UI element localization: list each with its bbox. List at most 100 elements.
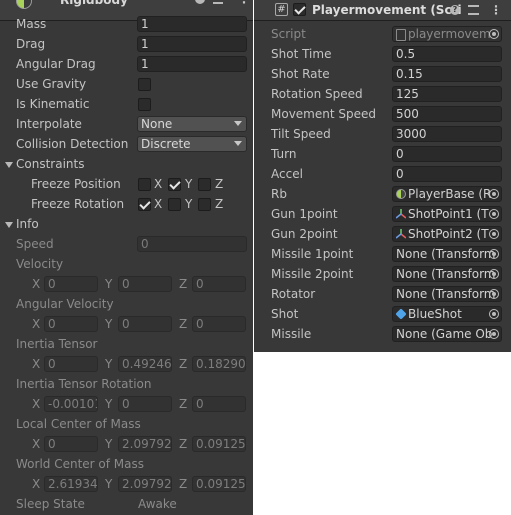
angular-velocity-y-field: 0	[118, 316, 172, 332]
shot-rate-field[interactable]: 0.15	[392, 66, 502, 82]
gun-2point-value: ShotPoint2 (T	[408, 227, 489, 241]
rotation-speed-label: Rotation Speed	[271, 87, 363, 101]
missile-value: None (Game Ob	[396, 327, 493, 341]
freeze-position-x-checkbox[interactable]	[138, 178, 151, 191]
context-menu-icon[interactable]: ⋮	[490, 2, 502, 18]
collision-detection-dropdown[interactable]: Discrete	[137, 136, 247, 152]
rotator-value: None (Transform	[396, 287, 496, 301]
angular-velocity-x-field: 0	[44, 316, 98, 332]
playermovement-component: # Playermovement (Scri ? ⋮ Script player…	[254, 0, 511, 352]
angular-drag-field[interactable]: 1	[137, 56, 247, 72]
rotator-label: Rotator	[271, 287, 316, 301]
mass-field[interactable]: 1	[137, 16, 247, 32]
object-picker-icon[interactable]	[489, 229, 499, 239]
drag-label: Drag	[16, 37, 46, 51]
freeze-rotation-x-checkbox[interactable]	[138, 198, 151, 211]
freeze-rotation-y-checkbox[interactable]	[168, 198, 181, 211]
object-picker-icon[interactable]	[489, 249, 499, 259]
rigidbody-component: Rigidbody ⋮ Mass 1 Drag 1 Angular Drag 1…	[0, 0, 253, 515]
object-picker-icon[interactable]	[489, 269, 499, 279]
help-icon[interactable]	[195, 0, 205, 4]
constraints-foldout-icon[interactable]	[5, 162, 13, 168]
sleep-state-label: Sleep State	[16, 497, 85, 511]
component-enabled-checkbox[interactable]	[293, 3, 306, 16]
drag-field[interactable]: 1	[137, 36, 247, 52]
chevron-down-icon	[234, 121, 242, 126]
rb-value: PlayerBase (R	[408, 187, 492, 201]
movement-speed-field[interactable]: 500	[392, 106, 502, 122]
local-center-of-mass-y-label: Y	[105, 437, 113, 451]
missile-2point-field[interactable]: None (Transform	[392, 266, 502, 282]
gun-1point-field[interactable]: ShotPoint1 (T	[392, 206, 502, 222]
presets-icon[interactable]	[468, 5, 479, 15]
angular-velocity-label: Angular Velocity	[16, 297, 114, 311]
rotator-field[interactable]: None (Transform	[392, 286, 502, 302]
freeze-rotation-z-checkbox[interactable]	[198, 198, 211, 211]
freeze-rotation-y-label: Y	[185, 197, 193, 211]
prefab-icon	[395, 308, 407, 320]
object-picker-icon[interactable]	[489, 189, 499, 199]
freeze-position-z-label: Z	[215, 177, 224, 191]
freeze-position-z-checkbox[interactable]	[198, 178, 211, 191]
info-label[interactable]: Info	[16, 216, 39, 232]
inertia-tensor-y-label: Y	[105, 357, 113, 371]
missile-1point-field[interactable]: None (Transform	[392, 246, 502, 262]
missile-field[interactable]: None (Game Ob	[392, 326, 502, 342]
inertia-tensor-y-field: 0.49246	[118, 356, 172, 372]
rigidbody-title: Rigidbody	[60, 0, 128, 7]
rigidbody-icon	[16, 0, 32, 9]
gun-2point-field[interactable]: ShotPoint2 (T	[392, 226, 502, 242]
inertia-tensor-label: Inertia Tensor	[16, 337, 98, 351]
missile-1point-value: None (Transform	[396, 247, 496, 261]
inertia-tensor-x-field: 0	[44, 356, 98, 372]
missile-2point-value: None (Transform	[396, 267, 496, 281]
rotation-speed-field[interactable]: 125	[392, 86, 502, 102]
local-center-of-mass-x-label: X	[32, 437, 41, 451]
collision-detection-label: Collision Detection	[16, 137, 129, 151]
chevron-down-icon	[234, 141, 242, 146]
playermovement-header[interactable]: # Playermovement (Scri ? ⋮	[254, 0, 511, 21]
inertia-tensor-rotation-label: Inertia Tensor Rotation	[16, 377, 152, 391]
gun-1point-label: Gun 1point	[271, 207, 338, 221]
freeze-position-y-checkbox[interactable]	[168, 178, 181, 191]
object-picker-icon[interactable]	[489, 209, 499, 219]
object-picker-icon[interactable]	[489, 289, 499, 299]
angular-velocity-x-label: X	[32, 317, 41, 331]
is-kinematic-checkbox[interactable]	[138, 98, 151, 111]
missile-2point-label: Missile 2point	[271, 267, 354, 281]
inertia-tensor-rotation-y-label: Y	[105, 397, 113, 411]
info-foldout-icon[interactable]	[5, 222, 13, 228]
freeze-position-x-label: X	[154, 177, 163, 191]
constraints-label[interactable]: Constraints	[16, 156, 84, 172]
inertia-tensor-rotation-z-field: 0	[192, 396, 246, 412]
script-value: playermovem	[408, 27, 491, 41]
mass-label: Mass	[16, 17, 47, 31]
shot-field[interactable]: BlueShot	[392, 306, 502, 322]
rb-field[interactable]: PlayerBase (R	[392, 186, 502, 202]
context-menu-icon[interactable]: ⋮	[238, 0, 250, 5]
interpolate-dropdown[interactable]: None	[137, 116, 247, 132]
local-center-of-mass-x-field: 0	[44, 436, 98, 452]
velocity-y-label: Y	[105, 277, 113, 291]
freeze-position-y-label: Y	[185, 177, 193, 191]
freeze-position-label: Freeze Position	[31, 177, 121, 191]
object-picker-icon[interactable]	[489, 329, 499, 339]
use-gravity-checkbox[interactable]	[138, 78, 151, 91]
velocity-x-field: 0	[44, 276, 98, 292]
interpolate-label: Interpolate	[16, 117, 82, 131]
interpolate-value: None	[141, 117, 173, 131]
angular-drag-label: Angular Drag	[16, 57, 96, 71]
accel-field[interactable]: 0	[392, 166, 502, 182]
tilt-speed-field[interactable]: 3000	[392, 126, 502, 142]
inertia-tensor-z-field: 0.182908	[192, 356, 246, 372]
object-picker-icon[interactable]	[489, 309, 499, 319]
accel-label: Accel	[271, 167, 303, 181]
world-center-of-mass-x-label: X	[32, 477, 41, 491]
speed-field: 0	[137, 236, 247, 252]
missile-label: Missile	[271, 327, 312, 341]
help-icon[interactable]: ?	[450, 5, 460, 15]
presets-icon[interactable]	[213, 0, 223, 4]
turn-field[interactable]: 0	[392, 146, 502, 162]
shot-time-field[interactable]: 0.5	[392, 46, 502, 62]
world-center-of-mass-label: World Center of Mass	[16, 457, 144, 471]
